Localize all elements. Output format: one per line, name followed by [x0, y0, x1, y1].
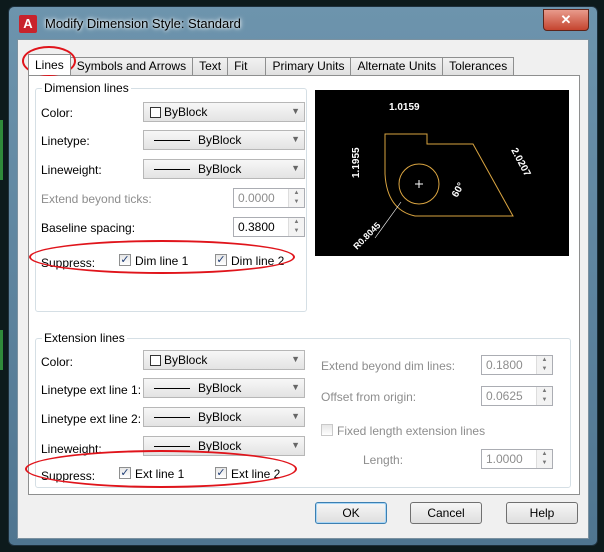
tab-fit[interactable]: Fit [227, 57, 267, 75]
ext-color-label: Color: [41, 355, 74, 369]
dim-linetype-select[interactable]: ByBlock ▼ [143, 130, 305, 150]
extend-beyond-ticks-label: Extend beyond ticks: [41, 192, 152, 206]
chevron-down-icon: ▼ [291, 163, 300, 173]
extend-beyond-dim-lines-label: Extend beyond dim lines: [321, 359, 456, 373]
chevron-down-icon: ▼ [291, 382, 300, 392]
spin-up-icon[interactable]: ▲ [289, 218, 304, 227]
dim-color-label: Color: [41, 106, 74, 120]
spinner-buttons[interactable]: ▲ ▼ [536, 387, 552, 405]
tab-symbols-and-arrows[interactable]: Symbols and Arrows [69, 57, 194, 75]
tab-lines[interactable]: Lines [28, 54, 71, 75]
dimension-preview-drawing: 1.0159 1.1955 2.0207 60° R0.8045 [351, 102, 533, 251]
preview-left-dimension: 1.1955 [351, 147, 362, 178]
tab-alternate-units[interactable]: Alternate Units [350, 57, 444, 75]
background-drawing-line [0, 120, 3, 180]
linetype-preview [154, 417, 190, 418]
fixed-length-checkbox[interactable] [321, 424, 333, 436]
spin-down-icon[interactable]: ▼ [289, 198, 304, 207]
offset-from-origin-spinner[interactable]: 0.0625 ▲ ▼ [481, 386, 553, 406]
preview-radius-dimension: R0.8045 [351, 220, 382, 251]
preview-angle-dimension: 60° [450, 181, 467, 200]
extend-beyond-dim-lines-value: 0.1800 [486, 358, 523, 372]
help-button[interactable]: Help [506, 502, 578, 524]
color-swatch [150, 355, 161, 366]
ext-color-select[interactable]: ByBlock ▼ [143, 350, 305, 370]
spin-up-icon[interactable]: ▲ [289, 189, 304, 198]
ext-linetype2-label: Linetype ext line 2: [41, 412, 142, 426]
linetype-preview [154, 388, 190, 389]
dim-color-value: ByBlock [164, 105, 208, 119]
length-label: Length: [363, 453, 404, 467]
spinner-buttons[interactable]: ▲ ▼ [288, 189, 304, 207]
offset-from-origin-value: 0.0625 [486, 389, 523, 403]
preview-panel: 1.0159 1.1955 2.0207 60° R0.8045 [315, 90, 569, 256]
ext-linetype1-label: Linetype ext line 1: [41, 383, 142, 397]
extension-lines-title: Extension lines [42, 331, 127, 345]
spinner-buttons[interactable]: ▲ ▼ [536, 450, 552, 468]
background-drawing-line [0, 330, 3, 370]
dim-linetype-value: ByBlock [198, 133, 242, 147]
tab-tolerances[interactable]: Tolerances [442, 57, 515, 75]
ext-suppress-highlight [25, 450, 297, 488]
tab-strip: Lines Symbols and Arrows Text Fit Primar… [28, 54, 515, 76]
preview-shape-outline [384, 133, 514, 217]
chevron-down-icon: ▼ [291, 411, 300, 421]
dimension-lines-title: Dimension lines [42, 81, 131, 95]
lineweight-preview [154, 169, 190, 170]
title-bar[interactable]: A Modify Dimension Style: Standard ✕ [9, 7, 597, 39]
ext-linetype2-value: ByBlock [198, 410, 242, 424]
preview-right-dimension: 2.0207 [508, 146, 532, 179]
length-spinner[interactable]: 1.0000 ▲ ▼ [481, 449, 553, 469]
spin-up-icon[interactable]: ▲ [537, 356, 552, 365]
extend-beyond-ticks-spinner[interactable]: 0.0000 ▲ ▼ [233, 188, 305, 208]
dim-suppress-highlight [29, 240, 295, 274]
spin-down-icon[interactable]: ▼ [537, 396, 552, 405]
spin-down-icon[interactable]: ▼ [537, 365, 552, 374]
offset-from-origin-label: Offset from origin: [321, 390, 417, 404]
lines-tab-panel: Dimension lines Color: ByBlock ▼ Linetyp… [28, 75, 580, 495]
tab-primary-units[interactable]: Primary Units [265, 57, 352, 75]
dim-lineweight-value: ByBlock [198, 162, 242, 176]
chevron-down-icon: ▼ [291, 354, 300, 364]
ext-linetype1-value: ByBlock [198, 381, 242, 395]
spin-down-icon[interactable]: ▼ [289, 227, 304, 236]
dim-linetype-label: Linetype: [41, 134, 90, 148]
baseline-spacing-label: Baseline spacing: [41, 221, 136, 235]
preview-leader-line [374, 201, 402, 239]
chevron-down-icon: ▼ [291, 134, 300, 144]
preview-top-dimension: 1.0159 [389, 102, 420, 113]
ext-linetype2-select[interactable]: ByBlock ▼ [143, 407, 305, 427]
chevron-down-icon: ▼ [291, 106, 300, 116]
autocad-app-icon: A [19, 15, 37, 33]
lineweight-preview [154, 446, 190, 447]
linetype-preview [154, 140, 190, 141]
fixed-length-label[interactable]: Fixed length extension lines [337, 424, 485, 438]
window-title: Modify Dimension Style: Standard [45, 16, 241, 31]
spin-up-icon[interactable]: ▲ [537, 450, 552, 459]
baseline-spacing-spinner[interactable]: 0.3800 ▲ ▼ [233, 217, 305, 237]
close-button[interactable]: ✕ [543, 9, 589, 31]
extend-beyond-dim-lines-spinner[interactable]: 0.1800 ▲ ▼ [481, 355, 553, 375]
chevron-down-icon: ▼ [291, 440, 300, 450]
color-swatch [150, 107, 161, 118]
dim-lineweight-label: Lineweight: [41, 163, 102, 177]
spin-down-icon[interactable]: ▼ [537, 459, 552, 468]
ext-color-value: ByBlock [164, 353, 208, 367]
tab-text[interactable]: Text [192, 57, 229, 75]
dim-lineweight-select[interactable]: ByBlock ▼ [143, 159, 305, 179]
spin-up-icon[interactable]: ▲ [537, 387, 552, 396]
cancel-button[interactable]: Cancel [410, 502, 482, 524]
extend-beyond-ticks-value: 0.0000 [238, 191, 275, 205]
dim-color-select[interactable]: ByBlock ▼ [143, 102, 305, 122]
spinner-buttons[interactable]: ▲ ▼ [536, 356, 552, 374]
ok-button[interactable]: OK [315, 502, 387, 524]
length-value: 1.0000 [486, 452, 523, 466]
spinner-buttons[interactable]: ▲ ▼ [288, 218, 304, 236]
ext-linetype1-select[interactable]: ByBlock ▼ [143, 378, 305, 398]
baseline-spacing-value: 0.3800 [238, 220, 275, 234]
